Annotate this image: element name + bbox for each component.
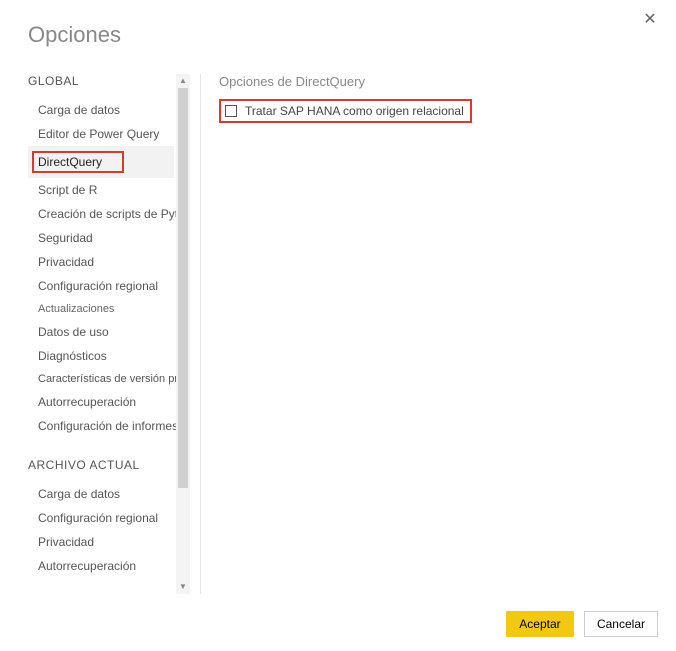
nav-item-autorrecuperacion[interactable]: Autorrecuperación <box>28 390 174 414</box>
nav-item-cf-regional[interactable]: Configuración regional <box>28 506 174 530</box>
options-dialog: ✕ Opciones GLOBAL Carga de datos Editor … <box>0 0 676 651</box>
ok-button[interactable]: Aceptar <box>506 611 574 637</box>
nav-item-seguridad[interactable]: Seguridad <box>28 226 174 250</box>
checkbox-row-sap-hana[interactable]: Tratar SAP HANA como origen relacional <box>219 99 472 123</box>
nav-item-cf-privacidad[interactable]: Privacidad <box>28 530 174 554</box>
sidebar: GLOBAL Carga de datos Editor de Power Qu… <box>28 74 190 594</box>
nav-item-config-informes[interactable]: Configuración de informes <box>28 414 174 438</box>
content-section-title: Opciones de DirectQuery <box>219 74 656 89</box>
nav-item-datos-uso[interactable]: Datos de uso <box>28 320 174 344</box>
highlight-box: DirectQuery <box>32 151 124 173</box>
cancel-button[interactable]: Cancelar <box>584 611 658 637</box>
nav-item-scripts-python[interactable]: Creación de scripts de Python <box>28 202 174 226</box>
dialog-title: Opciones <box>28 22 656 48</box>
section-header-global: GLOBAL <box>28 74 190 88</box>
nav-item-directquery[interactable]: DirectQuery <box>28 146 174 178</box>
nav-item-cf-autorrecup[interactable]: Autorrecuperación <box>28 554 174 578</box>
checkbox-icon[interactable] <box>225 105 237 117</box>
content-pane: Opciones de DirectQuery Tratar SAP HANA … <box>219 74 656 594</box>
nav-item-script-r[interactable]: Script de R <box>28 178 174 202</box>
sidebar-scrollbar[interactable]: ▲ ▼ <box>176 74 190 594</box>
nav-item-config-regional[interactable]: Configuración regional <box>28 274 174 298</box>
checkbox-label: Tratar SAP HANA como origen relacional <box>245 104 464 118</box>
nav-item-cf-carga[interactable]: Carga de datos <box>28 482 174 506</box>
scroll-down-icon[interactable]: ▼ <box>176 580 190 594</box>
scroll-thumb[interactable] <box>178 88 188 488</box>
nav-list-global: Carga de datos Editor de Power Query Dir… <box>28 98 174 438</box>
vertical-divider <box>200 74 201 594</box>
dialog-footer: Aceptar Cancelar <box>506 611 658 637</box>
nav-item-privacidad[interactable]: Privacidad <box>28 250 174 274</box>
nav-item-preview-features[interactable]: Características de versión preliminar <box>28 368 174 390</box>
nav-item-editor-power-query[interactable]: Editor de Power Query <box>28 122 174 146</box>
nav-list-current: Carga de datos Configuración regional Pr… <box>28 482 174 578</box>
scroll-up-icon[interactable]: ▲ <box>176 74 190 88</box>
nav-item-actualizaciones[interactable]: Actualizaciones <box>28 298 174 320</box>
nav-item-carga-datos[interactable]: Carga de datos <box>28 98 174 122</box>
nav-item-diagnosticos[interactable]: Diagnósticos <box>28 344 174 368</box>
nav-item-label: DirectQuery <box>38 155 102 169</box>
close-icon[interactable]: ✕ <box>638 8 662 32</box>
section-header-current: ARCHIVO ACTUAL <box>28 458 190 472</box>
dialog-body: GLOBAL Carga de datos Editor de Power Qu… <box>28 74 656 594</box>
